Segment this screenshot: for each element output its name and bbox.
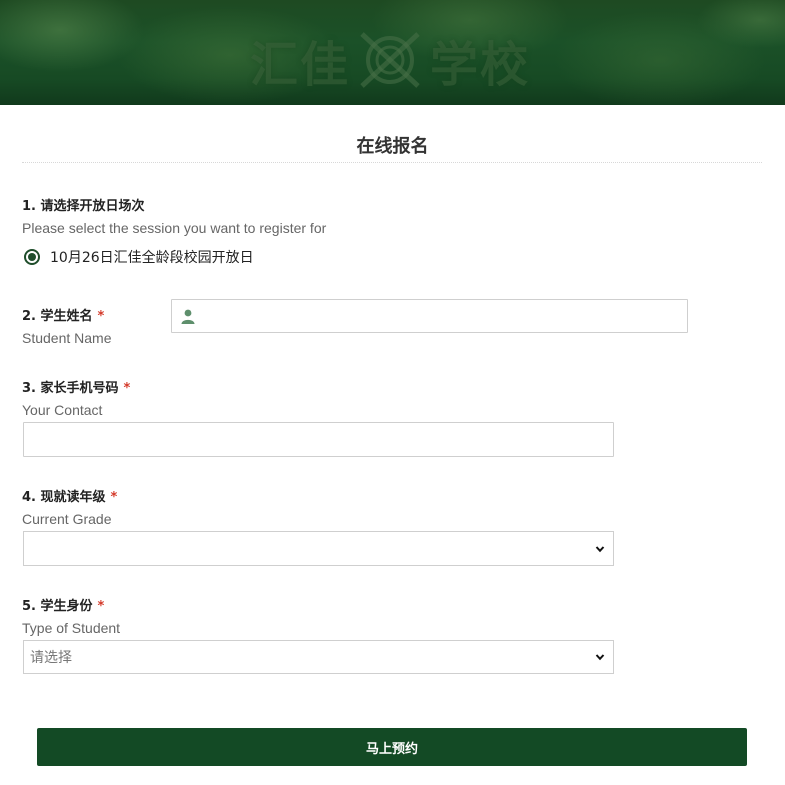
question-2-label: 2. 学生姓名 *	[22, 305, 104, 324]
chevron-down-icon	[595, 545, 605, 552]
school-logo: 汇佳 学校	[250, 30, 530, 93]
chevron-down-icon	[595, 654, 605, 661]
required-marker: *	[123, 381, 131, 396]
question-1-label: 1. 请选择开放日场次	[22, 195, 145, 214]
student-type-select-value: 请选择	[30, 650, 72, 666]
session-option[interactable]: 10月26日汇佳全龄段校园开放日	[24, 247, 254, 267]
session-radio[interactable]	[24, 249, 40, 265]
question-2-sublabel: Student Name	[22, 330, 112, 346]
question-3-text: 3. 家长手机号码	[22, 381, 119, 396]
header-banner: 汇佳 学校	[0, 0, 785, 105]
question-3-sublabel: Your Contact	[22, 402, 103, 418]
submit-button[interactable]: 马上预约	[37, 728, 747, 766]
grade-select[interactable]	[23, 531, 614, 566]
contact-input[interactable]	[24, 423, 613, 456]
title-divider	[22, 162, 762, 163]
student-name-input[interactable]	[172, 300, 687, 332]
question-5-text: 5. 学生身份	[22, 599, 93, 614]
user-icon	[181, 309, 195, 324]
question-4-label: 4. 现就读年级 *	[22, 486, 117, 505]
question-1-text: 1. 请选择开放日场次	[22, 199, 145, 214]
question-1-sublabel: Please select the session you want to re…	[22, 220, 327, 236]
session-option-label[interactable]: 10月26日汇佳全龄段校园开放日	[50, 247, 254, 267]
page-title: 在线报名	[356, 136, 429, 157]
radio-selected-dot	[28, 253, 36, 261]
question-2-text: 2. 学生姓名	[22, 309, 93, 324]
question-4-text: 4. 现就读年级	[22, 490, 106, 505]
logo-text-right: 学校	[430, 37, 531, 93]
question-5-label: 5. 学生身份 *	[22, 595, 104, 614]
submit-button-label: 马上预约	[365, 741, 418, 757]
required-marker: *	[97, 599, 105, 614]
question-5-sublabel: Type of Student	[22, 620, 121, 636]
question-3-label: 3. 家长手机号码 *	[22, 377, 130, 396]
question-4-sublabel: Current Grade	[22, 511, 112, 527]
student-name-field[interactable]	[171, 299, 688, 333]
contact-field[interactable]	[23, 422, 614, 457]
required-marker: *	[97, 309, 105, 324]
student-type-select[interactable]: 请选择	[23, 640, 614, 674]
logo-text-left: 汇佳	[250, 37, 351, 93]
school-seal-icon	[360, 32, 420, 88]
required-marker: *	[110, 490, 118, 505]
